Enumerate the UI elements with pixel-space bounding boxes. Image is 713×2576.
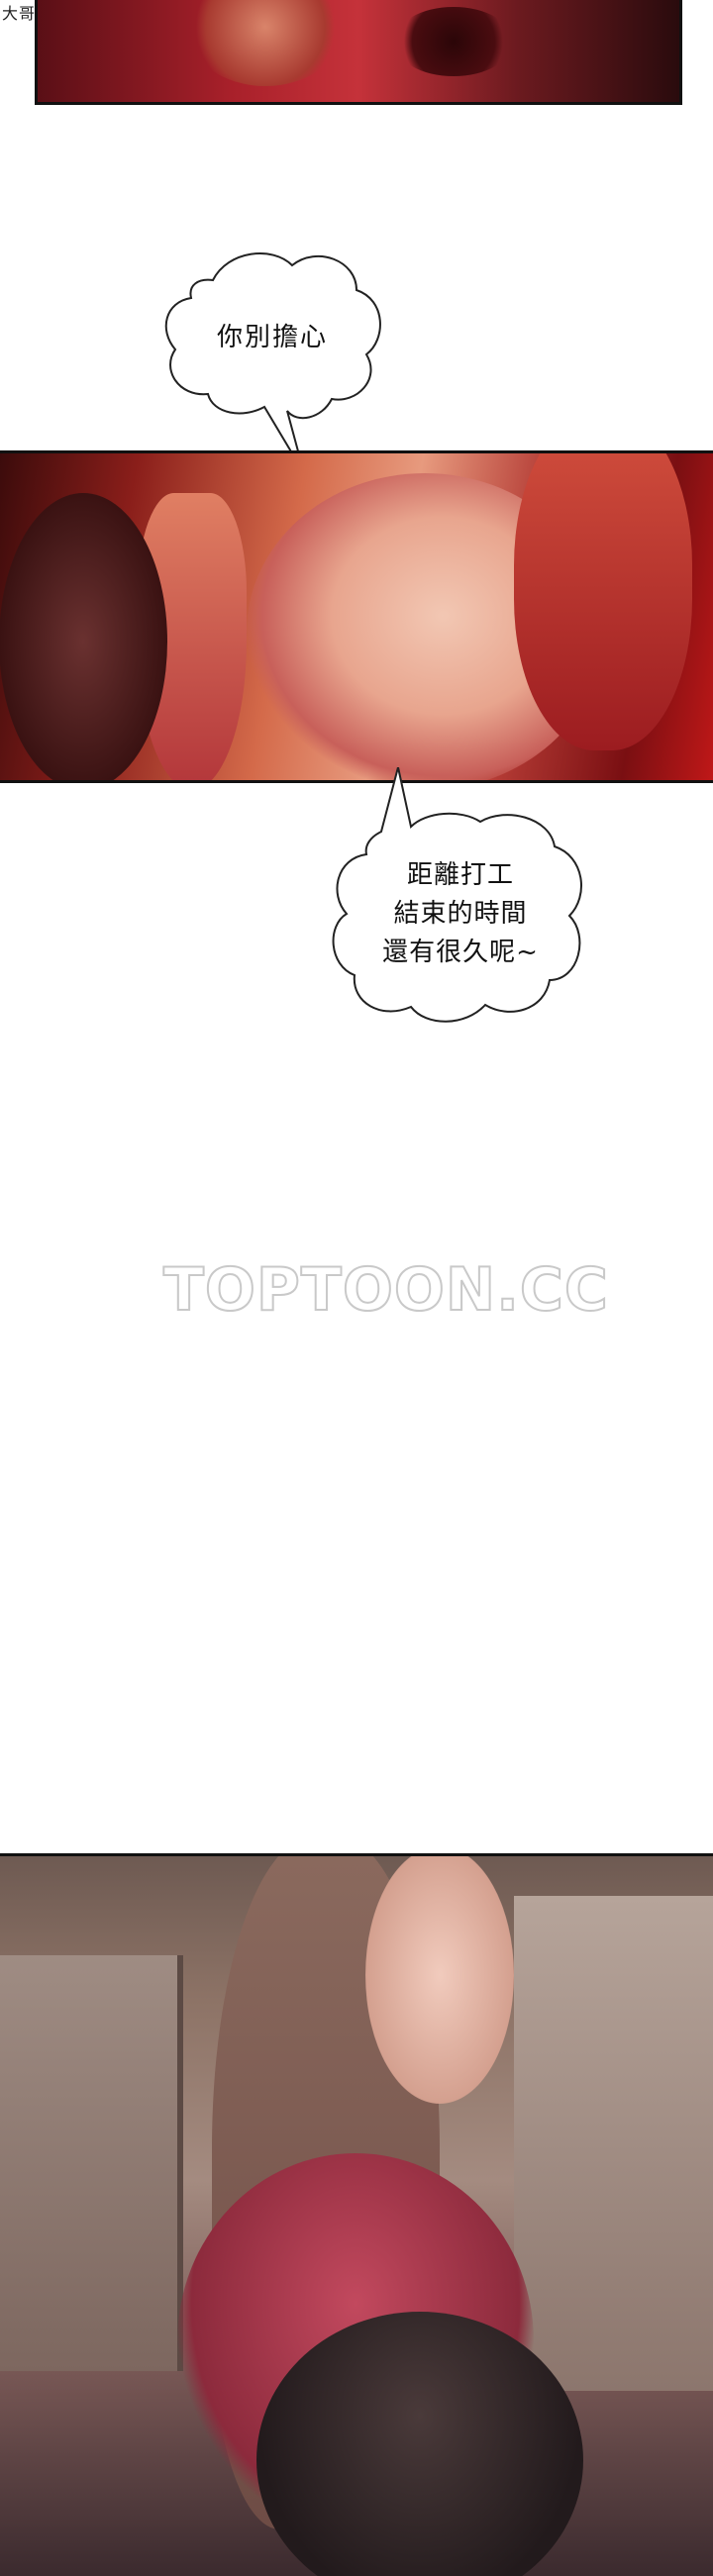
comic-panel-top xyxy=(35,0,682,105)
speech-line: 結束的時間 xyxy=(393,899,528,929)
cabinet-shape xyxy=(0,1955,183,2371)
site-watermark: TOPTOON.CC xyxy=(162,1254,609,1326)
speech-bubble-text: 你別擔心 xyxy=(216,323,328,352)
speech-bubble-top: 你別擔心 xyxy=(153,241,391,478)
figure-shape xyxy=(186,0,345,86)
shoulder-shape xyxy=(0,493,167,780)
comic-panel-bottom xyxy=(0,1853,713,2576)
speech-line: 還有很久呢~ xyxy=(382,938,539,967)
speech-bubble-shape xyxy=(164,252,381,474)
speech-line: 距離打工 xyxy=(406,860,514,890)
cabinet-shape-right xyxy=(514,1896,713,2391)
comic-panel-closeup xyxy=(0,450,713,783)
speech-bubble-text: 距離打工 結束的時間 還有很久呢~ xyxy=(327,856,594,972)
shoulder-shape xyxy=(365,1856,514,2104)
speech-bubble-bottom: 距離打工 結束的時間 還有很久呢~ xyxy=(327,767,594,1054)
hair-shape-right xyxy=(514,453,692,750)
shadow-shape xyxy=(394,7,513,76)
